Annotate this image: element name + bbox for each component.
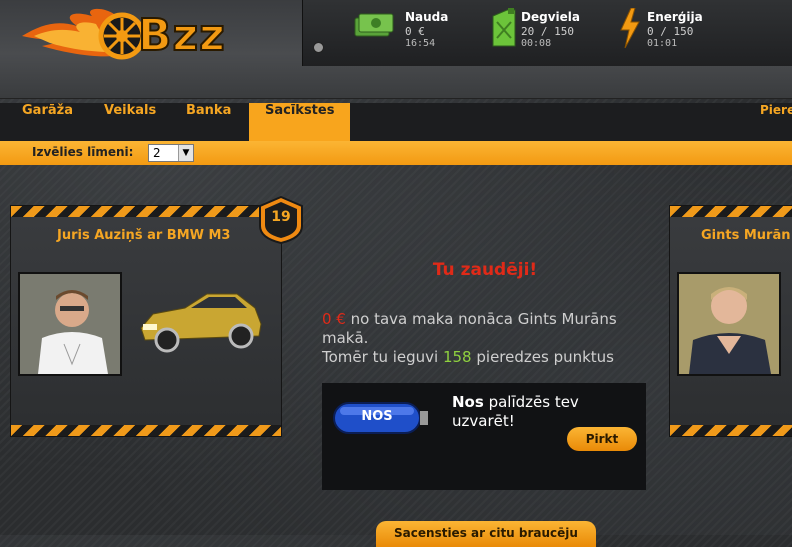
hazard-stripe: [11, 206, 281, 217]
player-avatar: [18, 272, 122, 376]
hazard-stripe: [670, 206, 792, 217]
result-headline: Tu zaudēji!: [432, 260, 538, 280]
stat-fuel: Degviela 20 / 150 00:08: [489, 6, 609, 56]
lost-money-text: no tava maka nonāca Gints Murāns makā.: [322, 310, 617, 347]
nos-bottle-label: NOS: [361, 409, 393, 424]
logo[interactable]: Bzz: [22, 6, 227, 64]
hazard-stripe-bottom: [670, 425, 792, 436]
player-title: Juris Auziņš ar BMW M3: [57, 228, 231, 243]
small-dot-icon: [313, 42, 324, 53]
tab-shop[interactable]: Veikals: [88, 103, 172, 141]
stat-energy-time: 01:01: [647, 38, 678, 49]
xp-prefix: Tomēr tu ieguvi: [322, 348, 443, 366]
logo-text: Bzz: [137, 9, 226, 62]
main-nav: Garāža Veikals Banka Sacīkstes: [0, 103, 792, 141]
hazard-stripe-bottom: [11, 425, 281, 436]
stats-panel: Nauda 0 € 16:54 Degviela 20 / 150 00:08 …: [302, 0, 792, 66]
stat-fuel-time: 00:08: [521, 38, 552, 49]
xp-suffix: pieredzes punktus: [471, 348, 614, 366]
stat-energy-name: Enerģija: [647, 10, 703, 24]
stat-money-value: 0 €: [405, 25, 425, 38]
nos-text: Nos palīdzēs tev uzvarēt!: [452, 393, 632, 431]
tab-garage[interactable]: Garāža: [6, 103, 89, 141]
level-select-value: 2: [153, 146, 161, 160]
opponent-card: Gints Murān: [669, 205, 792, 437]
nos-promo: NOS Nos palīdzēs tev uzvarēt! Pirkt: [322, 383, 646, 490]
level-badge: 19: [258, 195, 304, 245]
nos-bottle-icon: NOS: [330, 397, 430, 439]
opponent-title: Gints Murān: [701, 228, 791, 243]
stat-fuel-name: Degviela: [521, 10, 580, 24]
money-icon: [354, 13, 394, 37]
player-car-image: [135, 284, 265, 358]
race-another-button[interactable]: Sacensties ar citu braucēju: [376, 521, 596, 547]
xp-value: 158: [442, 348, 472, 366]
stat-energy-value: 0 / 150: [647, 25, 694, 38]
stat-money: Nauda 0 € 16:54: [353, 6, 493, 56]
stat-fuel-value: 20 / 150: [521, 25, 574, 38]
tab-races[interactable]: Sacīkstes: [249, 103, 351, 141]
level-label: Izvēlies līmeni:: [32, 145, 134, 159]
player-card: Juris Auziņš ar BMW M3: [10, 205, 282, 437]
stat-energy: Enerģija 0 / 150 01:01: [619, 6, 769, 56]
opponent-avatar: [677, 272, 781, 376]
stat-money-name: Nauda: [405, 10, 449, 24]
tab-bank[interactable]: Banka: [170, 103, 247, 141]
result-message: 0 € no tava maka nonāca Gints Murāns mak…: [322, 310, 652, 367]
fuel-can-icon: [492, 8, 516, 47]
buy-nos-button[interactable]: Pirkt: [567, 427, 637, 451]
lost-money-value: 0 €: [322, 310, 346, 328]
level-bar: Izvēlies līmeni: 2 ▼: [0, 141, 792, 165]
lightning-icon: [620, 8, 640, 48]
nav-right-link[interactable]: Piere: [760, 103, 792, 141]
stat-money-time: 16:54: [405, 38, 436, 49]
nos-bold: Nos: [452, 393, 484, 411]
level-badge-number: 19: [271, 209, 291, 225]
level-select[interactable]: 2 ▼: [148, 144, 194, 162]
chevron-down-icon[interactable]: ▼: [178, 145, 193, 161]
